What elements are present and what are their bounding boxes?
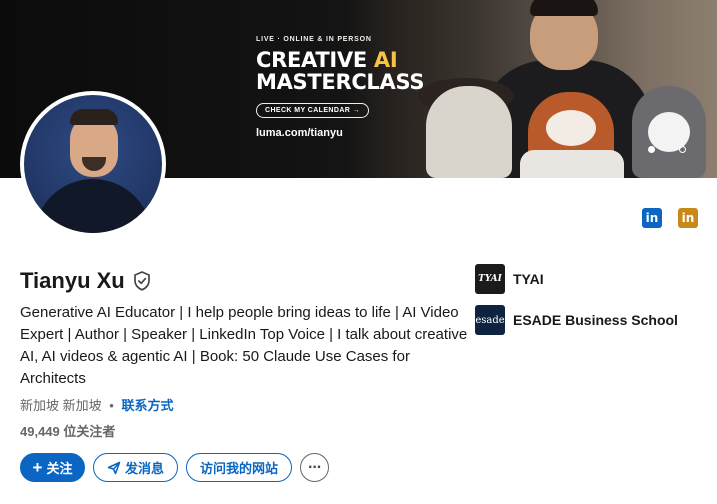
banner-eyebrow: LIVE · ONLINE & IN PERSON: [256, 36, 372, 43]
more-icon: ···: [308, 458, 322, 476]
banner-hoodie: [520, 150, 624, 178]
location-row: 新加坡 新加坡 • 联系方式: [20, 395, 173, 414]
carousel-dot[interactable]: [679, 146, 686, 153]
plus-icon: +: [32, 458, 43, 477]
followers-count[interactable]: 49,449 位关注者: [20, 421, 115, 440]
send-icon: [107, 461, 121, 474]
verified-shield-icon[interactable]: [133, 271, 151, 291]
follow-button[interactable]: + 关注: [20, 453, 85, 482]
carousel-dots: [648, 146, 686, 153]
message-button[interactable]: 发消息: [93, 453, 179, 482]
profile-card: LIVE · ONLINE & IN PERSON CREATIVE AI MA…: [0, 0, 717, 504]
name-row: Tianyu Xu: [20, 268, 151, 294]
avatar-photo: [24, 95, 162, 233]
company-name: TYAI: [513, 271, 544, 287]
linkedin-gold-icon[interactable]: in: [678, 208, 698, 228]
more-options-button[interactable]: ···: [300, 453, 330, 482]
visit-website-label: 访问我的网站: [200, 461, 279, 476]
profile-headline: Generative AI Educator | I help people b…: [20, 304, 468, 387]
banner-url: luma.com/tianyu: [256, 127, 343, 139]
banner-cat: [426, 86, 512, 178]
avatar-shirt: [34, 179, 152, 233]
banner-headline: CREATIVE AI MASTERCLASS: [256, 49, 424, 93]
avatar[interactable]: [20, 91, 166, 237]
message-button-label: 发消息: [125, 461, 165, 476]
follow-button-label: 关注: [46, 461, 73, 476]
profile-actions: + 关注 发消息 访问我的网站 ···: [20, 453, 330, 482]
esade-logo-icon: esade: [475, 305, 505, 335]
banner-person-hair: [530, 0, 598, 16]
profile-name: Tianyu Xu: [20, 268, 125, 293]
contact-info-link[interactable]: 联系方式: [121, 398, 173, 413]
banner-red-panda-face: [546, 110, 596, 146]
banner-cta: CHECK MY CALENDAR →: [256, 103, 369, 118]
banner-headline-part2: MASTERCLASS: [256, 70, 425, 94]
tyai-logo-icon: TYAI: [475, 264, 505, 294]
company-esade[interactable]: esade ESADE Business School: [475, 305, 678, 335]
avatar-hair: [70, 109, 118, 125]
carousel-dot-active[interactable]: [648, 146, 655, 153]
company-name: ESADE Business School: [513, 312, 678, 328]
banner-headline-part1: CREATIVE: [256, 48, 374, 72]
linkedin-icon[interactable]: in: [642, 208, 662, 228]
banner-headline-accent: AI: [373, 48, 398, 72]
company-tyai[interactable]: TYAI TYAI: [475, 264, 544, 294]
visit-website-button[interactable]: 访问我的网站: [186, 453, 293, 482]
banner-promo: LIVE · ONLINE & IN PERSON CREATIVE AI MA…: [256, 36, 424, 139]
location-separator: •: [109, 398, 114, 413]
location-text: 新加坡 新加坡: [20, 398, 102, 413]
